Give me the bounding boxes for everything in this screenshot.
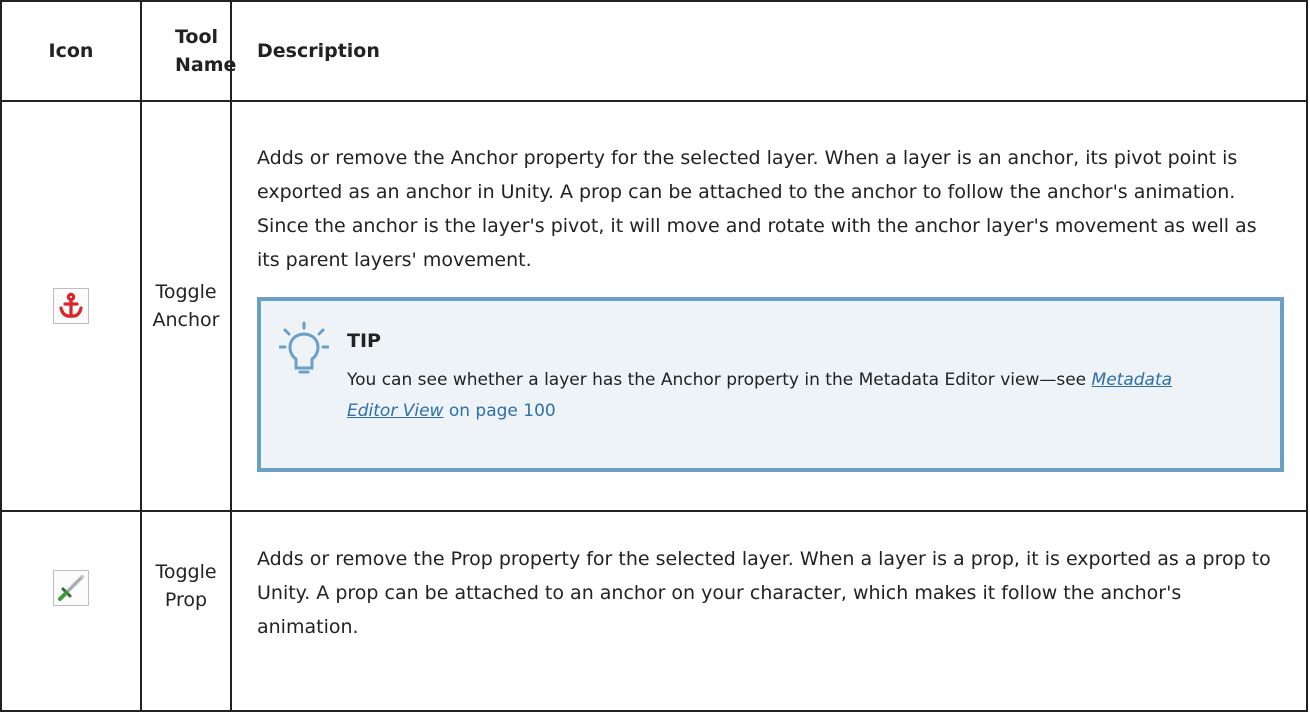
description-text: Adds or remove the Prop property for the…: [257, 548, 1271, 638]
tool-name-line1: Toggle: [155, 281, 217, 303]
anchor-icon: [53, 288, 89, 324]
tool-name-cell: Toggle Anchor: [140, 100, 232, 512]
tool-table: Icon Tool Name Description Toggle Anchor…: [0, 0, 1308, 712]
header-row: Icon Tool Name Description: [0, 0, 1308, 102]
tip-box: TIP You can see whether a layer has the …: [257, 296, 1284, 472]
header-tool-name: Tool Name: [140, 0, 237, 102]
header-description: Description: [230, 0, 1308, 102]
description-cell: Adds or remove the Anchor property for t…: [230, 100, 1308, 512]
description-text: Adds or remove the Anchor property for t…: [257, 146, 1257, 271]
sword-icon: [53, 570, 89, 606]
tool-name-line1: Toggle: [155, 561, 217, 583]
tip-body: You can see whether a layer has the Anch…: [347, 369, 1092, 390]
table-row: Toggle Prop Adds or remove the Prop prop…: [0, 510, 1308, 712]
header-tool-name-line1: Tool: [175, 26, 219, 48]
description-cell: Adds or remove the Prop property for the…: [230, 510, 1308, 712]
tip-title: TIP: [347, 329, 381, 352]
page-reference: on page 100: [443, 400, 556, 421]
icon-cell: [0, 510, 142, 712]
tool-name-cell: Toggle Prop: [140, 510, 232, 712]
table-row: Toggle Anchor Adds or remove the Anchor …: [0, 100, 1308, 512]
header-icon: Icon: [0, 0, 142, 102]
tip-text: You can see whether a layer has the Anch…: [347, 365, 1220, 427]
tool-name-line2: Anchor: [152, 309, 220, 331]
icon-cell: [0, 100, 142, 512]
tool-name-line2: Prop: [164, 589, 208, 611]
header-tool-name-line2: Name: [175, 54, 237, 76]
lightbulb-icon: [279, 321, 329, 373]
